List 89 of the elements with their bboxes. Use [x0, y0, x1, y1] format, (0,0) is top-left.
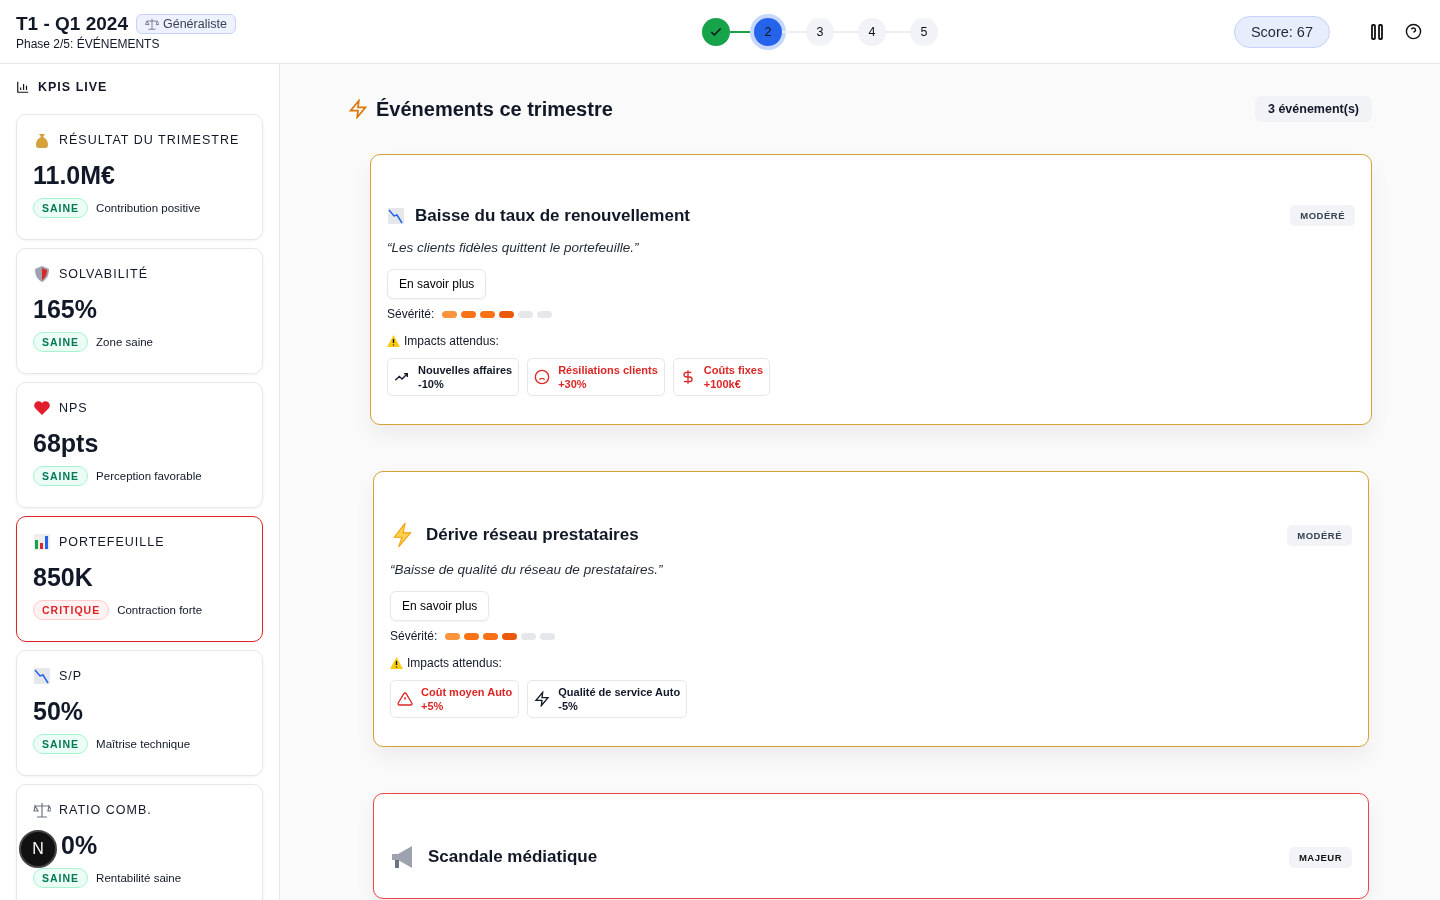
severity-segment — [480, 310, 496, 318]
status-badge: SAINE — [33, 198, 89, 218]
phase-label: Phase 2/5: ÉVÉNEMENTS — [16, 36, 161, 51]
event-quote: “Les clients fidèles quittent le portefeuille.” — [387, 240, 640, 255]
event-count: 3 événement(s) — [1255, 96, 1372, 122]
learn-more-button[interactable]: En savoir plus — [387, 269, 487, 299]
severity-tag: MAJEUR — [1288, 846, 1352, 868]
money-bag-icon — [33, 131, 51, 149]
profile-label: Généraliste — [162, 16, 227, 31]
chart-down-icon — [33, 667, 51, 685]
warning-icon — [390, 657, 403, 669]
event-title: Baisse du taux de renouvellement — [415, 205, 691, 226]
kpi-note: Perception favorable — [96, 470, 202, 482]
step-indicator[interactable] — [701, 17, 730, 46]
impacts-label: Impacts attendus: — [407, 656, 502, 670]
kpi-note: Contraction forte — [117, 604, 203, 616]
lightning-icon — [348, 99, 368, 119]
status-badge: SAINE — [33, 734, 89, 754]
severity-segment — [540, 632, 556, 640]
severity-segment — [461, 310, 477, 318]
pause-icon — [1370, 23, 1384, 40]
severity-label: Sévérité: — [390, 629, 438, 643]
kpi-value: 68pts — [33, 429, 99, 458]
chart-down-icon — [387, 206, 405, 225]
event-title: Dérive réseau prestataires — [426, 525, 640, 545]
severity-segment — [499, 310, 515, 318]
severity-segment — [442, 310, 458, 318]
impact-value: +100k€ — [703, 377, 742, 391]
step-indicator[interactable]: 3 — [805, 17, 834, 46]
status-badge: SAINE — [33, 466, 89, 486]
severity-tag: MODÉRÉ — [1287, 524, 1352, 546]
impact-label: Résiliations clients — [558, 363, 658, 377]
severity-segment — [502, 632, 518, 640]
round-title: T1 - Q1 2024 — [16, 12, 128, 35]
kpi-label: PORTEFEUILLE — [59, 535, 165, 549]
frown-face-icon — [534, 369, 551, 385]
bar-chart-icon — [33, 533, 51, 551]
warning-icon — [387, 335, 400, 347]
scale-icon — [144, 16, 159, 31]
severity-label: Sévérité: — [387, 307, 435, 321]
severity-segment — [518, 310, 534, 318]
heart-icon — [33, 399, 51, 417]
status-badge: SAINE — [33, 868, 89, 888]
warning-icon — [397, 691, 413, 707]
kpi-label: SOLVABILITÉ — [59, 267, 149, 281]
impact-value: +30% — [558, 377, 588, 391]
severity-segment — [521, 632, 537, 640]
status-badge: CRITIQUE — [33, 600, 110, 620]
kpi-value: 165% — [33, 295, 97, 324]
kpi-note: Maîtrise technique — [96, 738, 191, 750]
event-quote: “Baisse de qualité du réseau de prestataires.” — [390, 562, 664, 577]
score-badge: Score: 67 — [1233, 15, 1330, 48]
scale-icon — [33, 801, 51, 819]
help-icon — [1404, 23, 1422, 40]
impact-value: -10% — [418, 377, 445, 391]
kpi-label: RATIO COMB. — [59, 803, 152, 817]
impact-label: Coût moyen Auto — [421, 685, 513, 699]
impact-label: Coûts fixes — [703, 363, 764, 377]
kpi-note: Contribution positive — [96, 202, 201, 214]
severity-segment — [464, 632, 480, 640]
impact-value: -5% — [558, 699, 579, 713]
status-badge: SAINE — [33, 332, 89, 352]
step-indicator[interactable]: 4 — [857, 17, 886, 46]
severity-segment — [483, 632, 499, 640]
impact-label: Nouvelles affaires — [418, 363, 513, 377]
impacts-label: Impacts attendus: — [404, 334, 499, 348]
step-indicator[interactable]: 5 — [909, 17, 938, 46]
lightning-icon — [534, 691, 551, 707]
kpi-value: 11.0M€ — [33, 161, 115, 190]
impact-label: Qualité de service Auto — [558, 685, 681, 699]
sidebar-title: KPIS LIVE — [38, 80, 108, 94]
step-indicator[interactable]: 2 — [753, 17, 782, 46]
severity-segment — [445, 632, 461, 640]
kpi-label: RÉSULTAT DU TRIMESTRE — [59, 133, 240, 147]
severity-segment — [537, 310, 553, 318]
kpi-note: Rentabilité saine — [96, 872, 182, 884]
kpi-label: NPS — [59, 401, 88, 415]
kpi-value: 0% — [61, 831, 98, 860]
event-title: Scandale médiatique — [428, 847, 599, 867]
kpi-note: Zone saine — [96, 336, 153, 348]
bar-chart-icon — [16, 80, 30, 94]
kpi-value: 50% — [33, 697, 84, 726]
kpi-label: S/P — [59, 669, 83, 683]
learn-more-button[interactable]: En savoir plus — [390, 591, 490, 621]
impact-value: +5% — [421, 699, 445, 713]
section-title: Événements ce trimestre — [376, 97, 614, 121]
shield-icon — [33, 265, 51, 283]
kpi-value: 850K — [33, 563, 93, 592]
severity-tag: MODÉRÉ — [1290, 205, 1355, 226]
